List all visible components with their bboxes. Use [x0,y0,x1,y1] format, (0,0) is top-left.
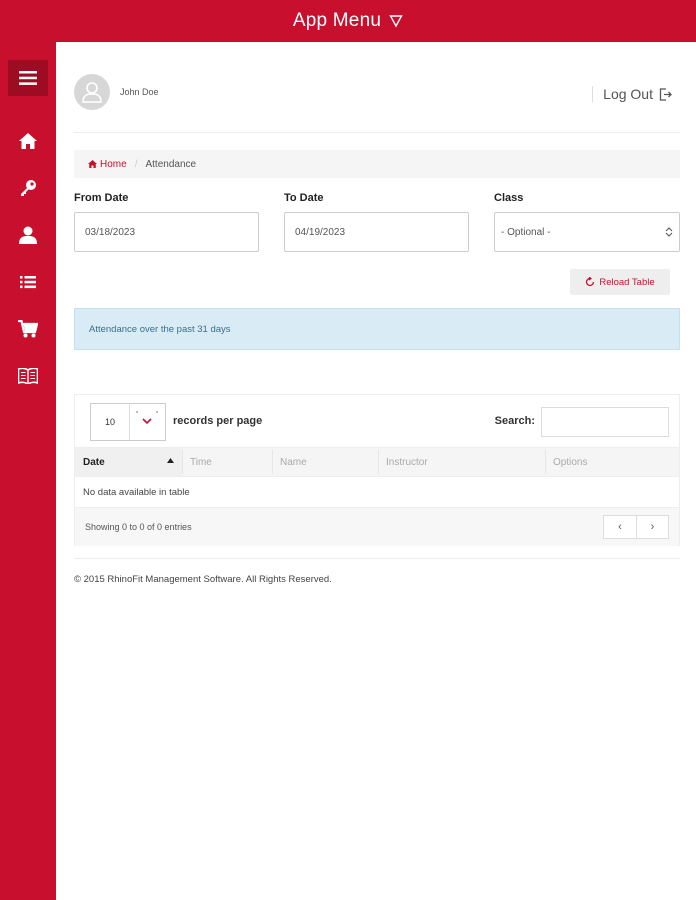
to-date-label: To Date [284,192,324,204]
table-footer: Showing 0 to 0 of 0 entries ‹ › [75,507,679,546]
breadcrumb-separator: / [134,158,138,170]
pagination-next-button[interactable]: › [636,516,668,538]
sidebar-item-docs[interactable] [0,361,56,391]
to-date-input[interactable]: 04/19/2023 [284,212,469,252]
user-silhouette-icon [82,82,102,103]
hamburger-icon [19,71,37,85]
select-arrows-icon [136,411,158,425]
search-input[interactable] [541,407,669,437]
sidebar-item-store[interactable] [0,314,56,344]
sidebar-item-access[interactable] [0,173,56,203]
key-icon [21,180,36,196]
triangle-down-icon [389,15,403,28]
breadcrumb-home-label: Home [100,158,127,170]
column-header-time[interactable]: Time [182,448,272,476]
records-per-page-value: 10 [105,417,116,427]
avatar [74,74,110,110]
records-per-page-select[interactable]: 10 [90,403,166,441]
user-profile[interactable]: John Doe [74,74,159,110]
class-select-value: - Optional - [501,226,551,238]
reload-table-label: Reload Table [599,276,655,288]
refresh-icon [586,277,595,287]
pagination: ‹ › [603,515,669,539]
empty-message: No data available in table [83,486,190,498]
divider [74,558,680,559]
from-date-input[interactable]: 03/18/2023 [74,212,259,252]
top-app-bar[interactable]: App Menu [0,0,696,42]
breadcrumb-home-link[interactable]: Home [88,159,127,170]
sidebar [0,42,56,900]
divider [74,132,680,133]
to-date-value: 04/19/2023 [295,226,346,238]
column-header-instructor[interactable]: Instructor [378,448,545,476]
app-menu-title[interactable]: App Menu [293,10,381,32]
class-label: Class [494,192,524,204]
column-header-options[interactable]: Options [545,448,679,476]
from-date-label: From Date [74,192,129,204]
records-per-page-label: records per page [173,415,263,427]
breadcrumb-current: Attendance [145,158,197,170]
sidebar-item-profile[interactable] [0,220,56,250]
logout-label: Log Out [603,86,653,102]
home-icon [19,133,37,149]
user-name: John Doe [120,87,159,97]
home-icon [88,160,97,168]
sidebar-item-list[interactable] [0,267,56,297]
list-icon [20,276,36,289]
search-label: Search: [494,415,535,427]
shopping-cart-icon [18,320,38,338]
table-header: Date Time Name Instructor Options [75,447,679,477]
from-date-value: 03/18/2023 [85,226,136,238]
class-select[interactable]: - Optional - [494,212,680,252]
attendance-table: 10 records per page Search: Date Time Na… [74,394,680,546]
logout-icon [659,87,672,101]
select-arrows-icon [665,227,673,237]
book-icon [18,368,38,384]
info-text: Attendance over the past 31 days [89,323,231,335]
pagination-previous-button[interactable]: ‹ [604,516,636,538]
reload-table-button[interactable]: Reload Table [570,269,670,295]
main-content: John Doe Log Out Home / Attendance From … [56,42,696,900]
sidebar-item-home[interactable] [0,126,56,156]
info-alert: Attendance over the past 31 days [74,308,680,350]
breadcrumb: Home / Attendance [74,150,680,178]
logout-button[interactable]: Log Out [592,86,672,102]
footer-copyright: © 2015 RhinoFit Management Software. All… [74,574,332,585]
table-row: No data available in table [75,477,679,507]
column-header-date[interactable]: Date [75,448,182,476]
hamburger-menu-button[interactable] [8,60,48,96]
sort-up-icon [167,458,174,463]
column-header-name[interactable]: Name [272,448,378,476]
table-info: Showing 0 to 0 of 0 entries [85,522,192,532]
user-icon [19,226,37,244]
